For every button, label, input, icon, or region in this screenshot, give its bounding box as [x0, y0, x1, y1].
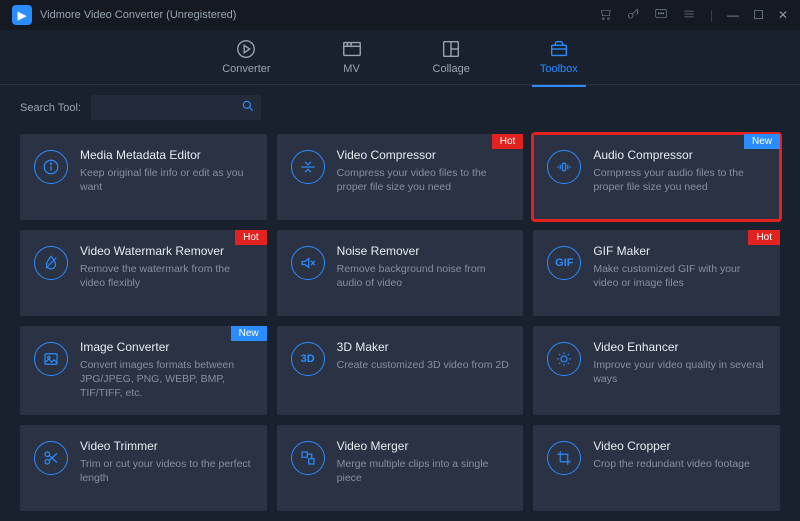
card-body: Video Enhancer Improve your video qualit… [593, 340, 768, 386]
noise-icon [291, 246, 325, 280]
card-title: Media Metadata Editor [80, 148, 255, 162]
tool-card[interactable]: New Image Converter Convert images forma… [20, 326, 267, 415]
tool-card[interactable]: Video Merger Merge multiple clips into a… [277, 425, 524, 511]
menu-icon[interactable] [682, 7, 696, 24]
nav-converter[interactable]: Converter [216, 34, 276, 81]
close-button[interactable]: ✕ [778, 8, 788, 22]
card-body: 3D Maker Create customized 3D video from… [337, 340, 512, 372]
divider-icon: | [710, 8, 713, 22]
card-body: Image Converter Convert images formats b… [80, 340, 255, 401]
tool-card[interactable]: New Audio Compressor Compress your audio… [533, 134, 780, 220]
card-desc: Compress your audio files to the proper … [593, 166, 768, 194]
card-desc: Remove the watermark from the video flex… [80, 262, 255, 290]
card-title: Video Enhancer [593, 340, 768, 354]
card-desc: Keep original file info or edit as you w… [80, 166, 255, 194]
app-logo-icon: ▶ [12, 5, 32, 25]
card-desc: Make customized GIF with your video or i… [593, 262, 768, 290]
nav-mv[interactable]: MV [335, 34, 369, 81]
tool-card[interactable]: Video Trimmer Trim or cut your videos to… [20, 425, 267, 511]
card-body: Audio Compressor Compress your audio fil… [593, 148, 768, 194]
app-title: Vidmore Video Converter (Unregistered) [40, 9, 236, 21]
card-body: Noise Remover Remove background noise fr… [337, 244, 512, 290]
card-desc: Create customized 3D video from 2D [337, 358, 512, 372]
card-title: 3D Maker [337, 340, 512, 354]
card-body: Video Cropper Crop the redundant video f… [593, 439, 768, 471]
search-row: Search Tool: [0, 85, 800, 128]
card-desc: Trim or cut your videos to the perfect l… [80, 457, 255, 485]
card-body: Video Compressor Compress your video fil… [337, 148, 512, 194]
tool-card[interactable]: Media Metadata Editor Keep original file… [20, 134, 267, 220]
cart-icon[interactable] [598, 7, 612, 24]
compress-icon [291, 150, 325, 184]
badge-new: New [744, 134, 780, 149]
card-desc: Improve your video quality in several wa… [593, 358, 768, 386]
nav-label: MV [343, 63, 360, 75]
card-body: Media Metadata Editor Keep original file… [80, 148, 255, 194]
card-body: GIF Maker Make customized GIF with your … [593, 244, 768, 290]
3d-icon: 3D [291, 342, 325, 376]
nav-label: Toolbox [540, 63, 578, 75]
card-title: Audio Compressor [593, 148, 768, 162]
card-title: Video Cropper [593, 439, 768, 453]
maximize-button[interactable]: ☐ [753, 8, 764, 22]
card-title: Noise Remover [337, 244, 512, 258]
crop-icon [547, 441, 581, 475]
badge-hot: Hot [748, 230, 780, 245]
search-input[interactable] [99, 102, 241, 114]
tool-card[interactable]: Video Cropper Crop the redundant video f… [533, 425, 780, 511]
search-box[interactable] [91, 95, 261, 120]
card-desc: Remove background noise from audio of vi… [337, 262, 512, 290]
merge-icon [291, 441, 325, 475]
tool-card[interactable]: Hot Video Compressor Compress your video… [277, 134, 524, 220]
titlebar: ▶ Vidmore Video Converter (Unregistered)… [0, 0, 800, 30]
card-body: Video Merger Merge multiple clips into a… [337, 439, 512, 485]
info-icon [34, 150, 68, 184]
watermark-icon [34, 246, 68, 280]
audio-compress-icon [547, 150, 581, 184]
tool-card[interactable]: Video Enhancer Improve your video qualit… [533, 326, 780, 415]
card-desc: Merge multiple clips into a single piece [337, 457, 512, 485]
nav-toolbox[interactable]: Toolbox [534, 34, 584, 81]
card-title: Video Watermark Remover [80, 244, 255, 258]
image-icon [34, 342, 68, 376]
search-label: Search Tool: [20, 102, 81, 114]
titlebar-right: | — ☐ ✕ [598, 7, 788, 24]
nav-collage[interactable]: Collage [427, 34, 476, 81]
card-title: GIF Maker [593, 244, 768, 258]
card-desc: Crop the redundant video footage [593, 457, 768, 471]
tools-grid: Media Metadata Editor Keep original file… [0, 128, 800, 521]
tool-card[interactable]: Noise Remover Remove background noise fr… [277, 230, 524, 316]
card-body: Video Watermark Remover Remove the water… [80, 244, 255, 290]
card-desc: Convert images formats between JPG/JPEG,… [80, 358, 255, 401]
card-title: Video Trimmer [80, 439, 255, 453]
nav-label: Converter [222, 63, 270, 75]
minimize-button[interactable]: — [727, 8, 739, 22]
tool-card[interactable]: Hot GIF GIF Maker Make customized GIF wi… [533, 230, 780, 316]
card-body: Video Trimmer Trim or cut your videos to… [80, 439, 255, 485]
nav-label: Collage [433, 63, 470, 75]
badge-hot: Hot [492, 134, 524, 149]
feedback-icon[interactable] [654, 7, 668, 24]
badge-new: New [231, 326, 267, 341]
card-title: Video Compressor [337, 148, 512, 162]
tool-card[interactable]: Hot Video Watermark Remover Remove the w… [20, 230, 267, 316]
titlebar-left: ▶ Vidmore Video Converter (Unregistered) [12, 5, 236, 25]
search-icon[interactable] [241, 99, 255, 116]
trim-icon [34, 441, 68, 475]
enhance-icon [547, 342, 581, 376]
main-nav: Converter MV Collage Toolbox [0, 30, 800, 84]
card-desc: Compress your video files to the proper … [337, 166, 512, 194]
gif-icon: GIF [547, 246, 581, 280]
tool-card[interactable]: 3D 3D Maker Create customized 3D video f… [277, 326, 524, 415]
card-title: Video Merger [337, 439, 512, 453]
card-title: Image Converter [80, 340, 255, 354]
badge-hot: Hot [235, 230, 267, 245]
key-icon[interactable] [626, 7, 640, 24]
